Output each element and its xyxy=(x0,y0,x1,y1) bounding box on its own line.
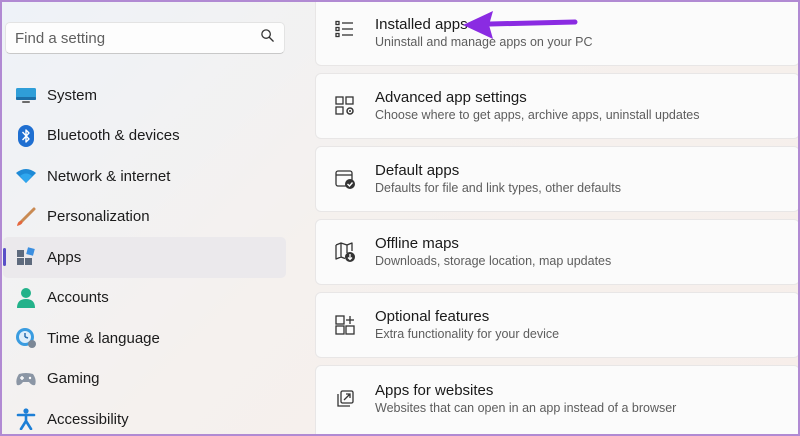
card-subtitle: Choose where to get apps, archive apps, … xyxy=(375,108,700,122)
clock-globe-icon xyxy=(15,327,37,349)
system-icon xyxy=(15,84,37,106)
gamepad-icon xyxy=(15,368,37,390)
sidebar-item-time-language[interactable]: Time & language xyxy=(3,318,286,359)
sidebar-item-label: Time & language xyxy=(47,329,160,347)
card-subtitle: Extra functionality for your device xyxy=(375,327,560,341)
card-subtitle: Downloads, storage location, map updates xyxy=(375,254,612,268)
card-title: Default apps xyxy=(375,162,460,179)
sidebar-item-label: Accessibility xyxy=(47,410,129,428)
map-download-icon xyxy=(334,241,356,263)
card-subtitle: Websites that can open in an app instead… xyxy=(375,400,677,415)
brush-icon xyxy=(15,206,37,228)
sidebar-item-accounts[interactable]: Accounts xyxy=(3,278,286,319)
search-box[interactable]: Find a setting xyxy=(5,22,285,54)
open-external-icon xyxy=(334,388,356,410)
sidebar-item-label: Bluetooth & devices xyxy=(47,127,180,145)
bluetooth-icon xyxy=(15,124,37,147)
sidebar-item-label: Apps xyxy=(47,248,82,266)
sidebar-item-label: Personalization xyxy=(47,208,150,226)
sidebar-item-system[interactable]: System xyxy=(3,75,286,116)
annotation-arrow xyxy=(463,11,578,39)
wifi-icon xyxy=(15,165,37,187)
sidebar-item-personalization[interactable]: Personalization xyxy=(3,197,286,238)
card-advanced-app-settings[interactable]: Advanced app settings Choose where to ge… xyxy=(315,73,800,139)
sidebar-item-label: Gaming xyxy=(47,370,100,388)
sidebar-item-label: System xyxy=(47,86,98,104)
account-icon xyxy=(15,287,37,309)
card-default-apps[interactable]: Default apps Defaults for file and link … xyxy=(315,146,800,212)
search-icon[interactable] xyxy=(260,28,275,48)
default-apps-icon xyxy=(334,168,356,190)
apps-icon xyxy=(15,246,37,268)
add-features-icon xyxy=(334,314,356,336)
card-title: Offline maps xyxy=(375,235,459,252)
card-title: Optional features xyxy=(375,308,490,325)
sidebar-item-accessibility[interactable]: Accessibility xyxy=(3,399,286,436)
card-title: Advanced app settings xyxy=(375,89,527,106)
accessibility-icon xyxy=(15,408,37,431)
card-offline-maps[interactable]: Offline maps Downloads, storage location… xyxy=(315,219,800,285)
card-optional-features[interactable]: Optional features Extra functionality fo… xyxy=(315,292,800,358)
app-settings-icon xyxy=(334,95,356,117)
sidebar-item-label: Accounts xyxy=(47,289,109,307)
sidebar: Find a setting System Bluetooth & device… xyxy=(0,0,300,436)
search-input[interactable]: Find a setting xyxy=(15,30,260,47)
main-content: Installed apps Uninstall and manage apps… xyxy=(315,0,800,436)
sidebar-item-network[interactable]: Network & internet xyxy=(3,156,286,197)
card-apps-for-websites[interactable]: Apps for websites Websites that can open… xyxy=(315,365,800,436)
card-subtitle: Defaults for file and link types, other … xyxy=(375,181,621,195)
sidebar-item-label: Network & internet xyxy=(47,167,171,185)
sidebar-item-bluetooth[interactable]: Bluetooth & devices xyxy=(3,116,286,157)
sidebar-nav: System Bluetooth & devices Network & int… xyxy=(0,75,290,436)
card-title: Apps for websites xyxy=(375,381,494,399)
sidebar-item-apps[interactable]: Apps xyxy=(3,237,286,278)
sidebar-item-gaming[interactable]: Gaming xyxy=(3,359,286,400)
list-icon xyxy=(334,18,356,40)
